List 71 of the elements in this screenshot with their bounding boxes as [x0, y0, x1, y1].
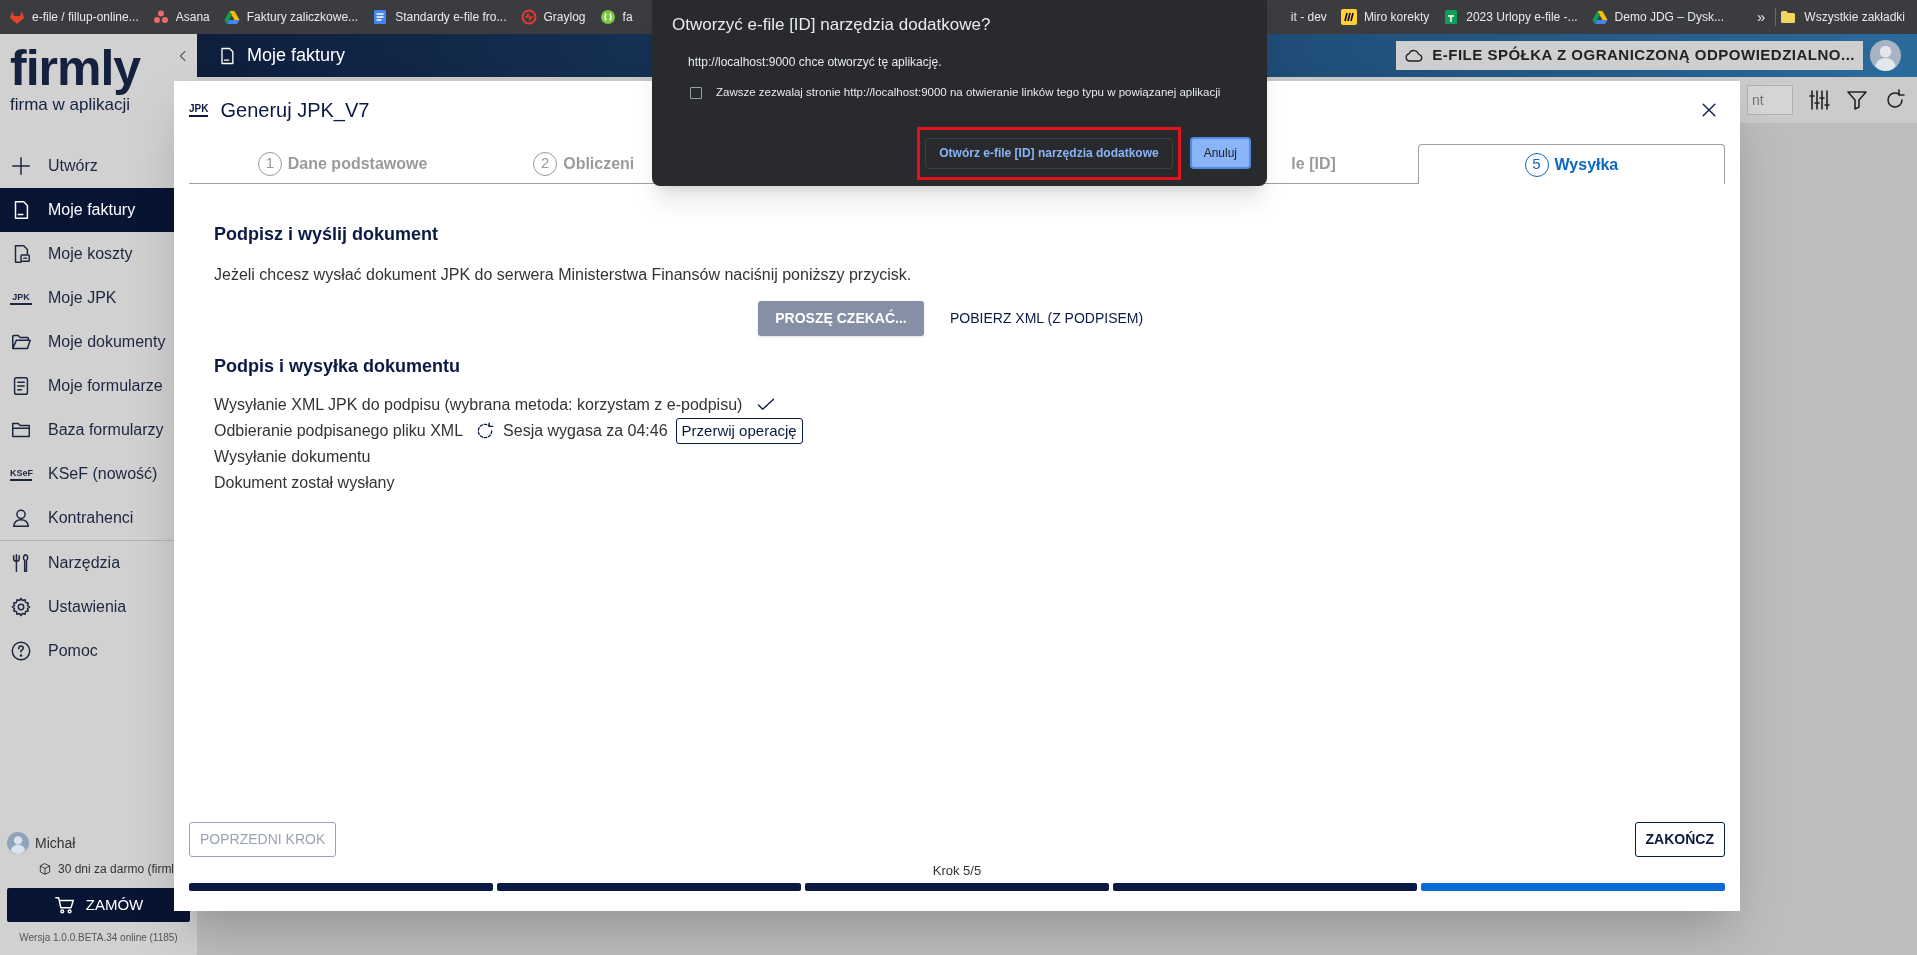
finish-button[interactable]: ZAKOŃCZ [1634, 821, 1725, 857]
dots-icon [152, 9, 169, 25]
document-icon [372, 9, 389, 25]
instruction-text: Jeżeli chcesz wysłać dokument JPK do serwera Ministerstwa Finansów naciśnij poniższy przycisk. [214, 265, 913, 285]
sidebar-item[interactable]: Baza formularzy [0, 408, 174, 452]
order-button[interactable]: ZAMÓW [7, 888, 190, 922]
step-text: Wysyłanie XML JPK do podpisu (wybrana metoda: korzystam z e-podpisu) [214, 395, 743, 415]
sliders-icon[interactable] [1807, 88, 1831, 112]
help-icon [10, 640, 32, 662]
bookmark-link[interactable]: Faktury zaliczkowe... [246, 8, 359, 26]
bookmark-link[interactable]: fa [622, 8, 633, 26]
sidebar-item[interactable]: Kontrahenci [0, 496, 174, 540]
bookmark-link[interactable]: Graylog [543, 8, 586, 26]
folder-icon [1780, 9, 1797, 25]
box-icon [38, 862, 52, 876]
abort-button[interactable]: Przerwij operację [675, 418, 803, 444]
drive-icon [1591, 9, 1608, 25]
checkbox-label: Zawsze zezwalaj stronie http://localhost:9000 na otwieranie linków tego typu w powiązanej aplikacji [716, 85, 1221, 100]
section-heading: Podpis i wysyłka dokumentu [214, 355, 462, 378]
step-text: Odbieranie podpisanego pliku XML [214, 421, 464, 441]
sidebar-item[interactable]: KSeF KSeF (nowość) [0, 452, 174, 496]
bookmark-link[interactable]: Demo JDG – Dysk... [1614, 8, 1724, 26]
sidebar-item[interactable]: Utwórz [0, 144, 174, 188]
sidebar-item[interactable]: Moje dokumenty [0, 320, 174, 364]
settings-icon [10, 596, 32, 618]
step-text: Dokument został wysłany [214, 473, 395, 493]
company-button[interactable]: E-FILE SPÓŁKA Z OGRANICZONĄ ODPOWIEDZIALNO... [1396, 41, 1863, 70]
cart-icon [53, 894, 76, 916]
cancel-button[interactable]: Anuluj [1189, 137, 1251, 169]
plus-icon [10, 155, 32, 177]
download-link[interactable]: POBIERZ XML (Z PODPISEM) [950, 308, 1144, 329]
sidebar-item[interactable]: Pomoc [0, 629, 174, 673]
avatar-icon[interactable] [1870, 40, 1901, 71]
bookmark-link[interactable]: e-file / fillup-online... [32, 8, 139, 26]
bookmark-link[interactable]: Standardy e-file fro... [395, 8, 507, 26]
page-title: Moje faktury [247, 44, 346, 67]
bookmark-link[interactable]: Asana [175, 8, 210, 26]
sidebar-item[interactable]: Moje faktury [0, 188, 174, 232]
logo: firmly [10, 42, 141, 94]
person-icon [10, 507, 32, 529]
sidebar-item[interactable]: Ustawienia [0, 585, 174, 629]
step-tab[interactable]: 5 Wysyłka [1417, 144, 1725, 184]
checkbox[interactable] [690, 86, 702, 99]
dialog-message: http://localhost:9000 chce otworzyć tę aplikację. [688, 54, 942, 71]
section-heading: Podpisz i wyślij dokument [214, 223, 440, 246]
fox-icon [9, 9, 25, 25]
bookmark-link[interactable]: 2023 Urlopy e-file -... [1466, 8, 1578, 26]
modal-title: Generuj JPK_V7 [220, 98, 370, 124]
filter-icon[interactable] [1845, 88, 1869, 112]
overflow-chevron[interactable]: » [1750, 5, 1772, 29]
sidebar-item[interactable]: Moje formularze [0, 364, 174, 408]
step-text: Wysyłanie dokumentu [214, 447, 371, 467]
user-name: Michał [35, 833, 76, 853]
version-text: Wersja 1.0.0.BETA.34 online (1185) [18, 931, 179, 945]
sidebar-item[interactable]: Moje koszty [0, 232, 174, 276]
braces-icon [599, 9, 616, 25]
drive-icon [223, 9, 240, 25]
bookmark-link[interactable]: it - dev [1290, 8, 1327, 26]
avatar-icon [7, 832, 29, 854]
trial-text: 30 dni za darmo (firml [58, 861, 175, 878]
open-app-button[interactable]: Otwórz e-file [ID] narzędzia dodatkowe [925, 137, 1173, 169]
sidebar-item[interactable]: Narzędzia [0, 541, 174, 585]
spreadsheet-icon [1443, 9, 1460, 25]
step-counter: Krok 5/5 [931, 861, 983, 880]
bookmark-link[interactable]: Wszystkie zakładki [1804, 8, 1905, 26]
pulse-icon [520, 9, 537, 25]
spinner-icon [475, 421, 496, 441]
bookmark-link[interactable]: Miro korekty [1363, 8, 1430, 26]
dialog-title: Otworzyć e-file [ID] narzędzia dodatkowe? [672, 14, 991, 36]
session-timer: Sesja wygasa za 04:46 [503, 421, 668, 441]
sidebar-item[interactable]: JPK Moje JPK [0, 276, 174, 320]
